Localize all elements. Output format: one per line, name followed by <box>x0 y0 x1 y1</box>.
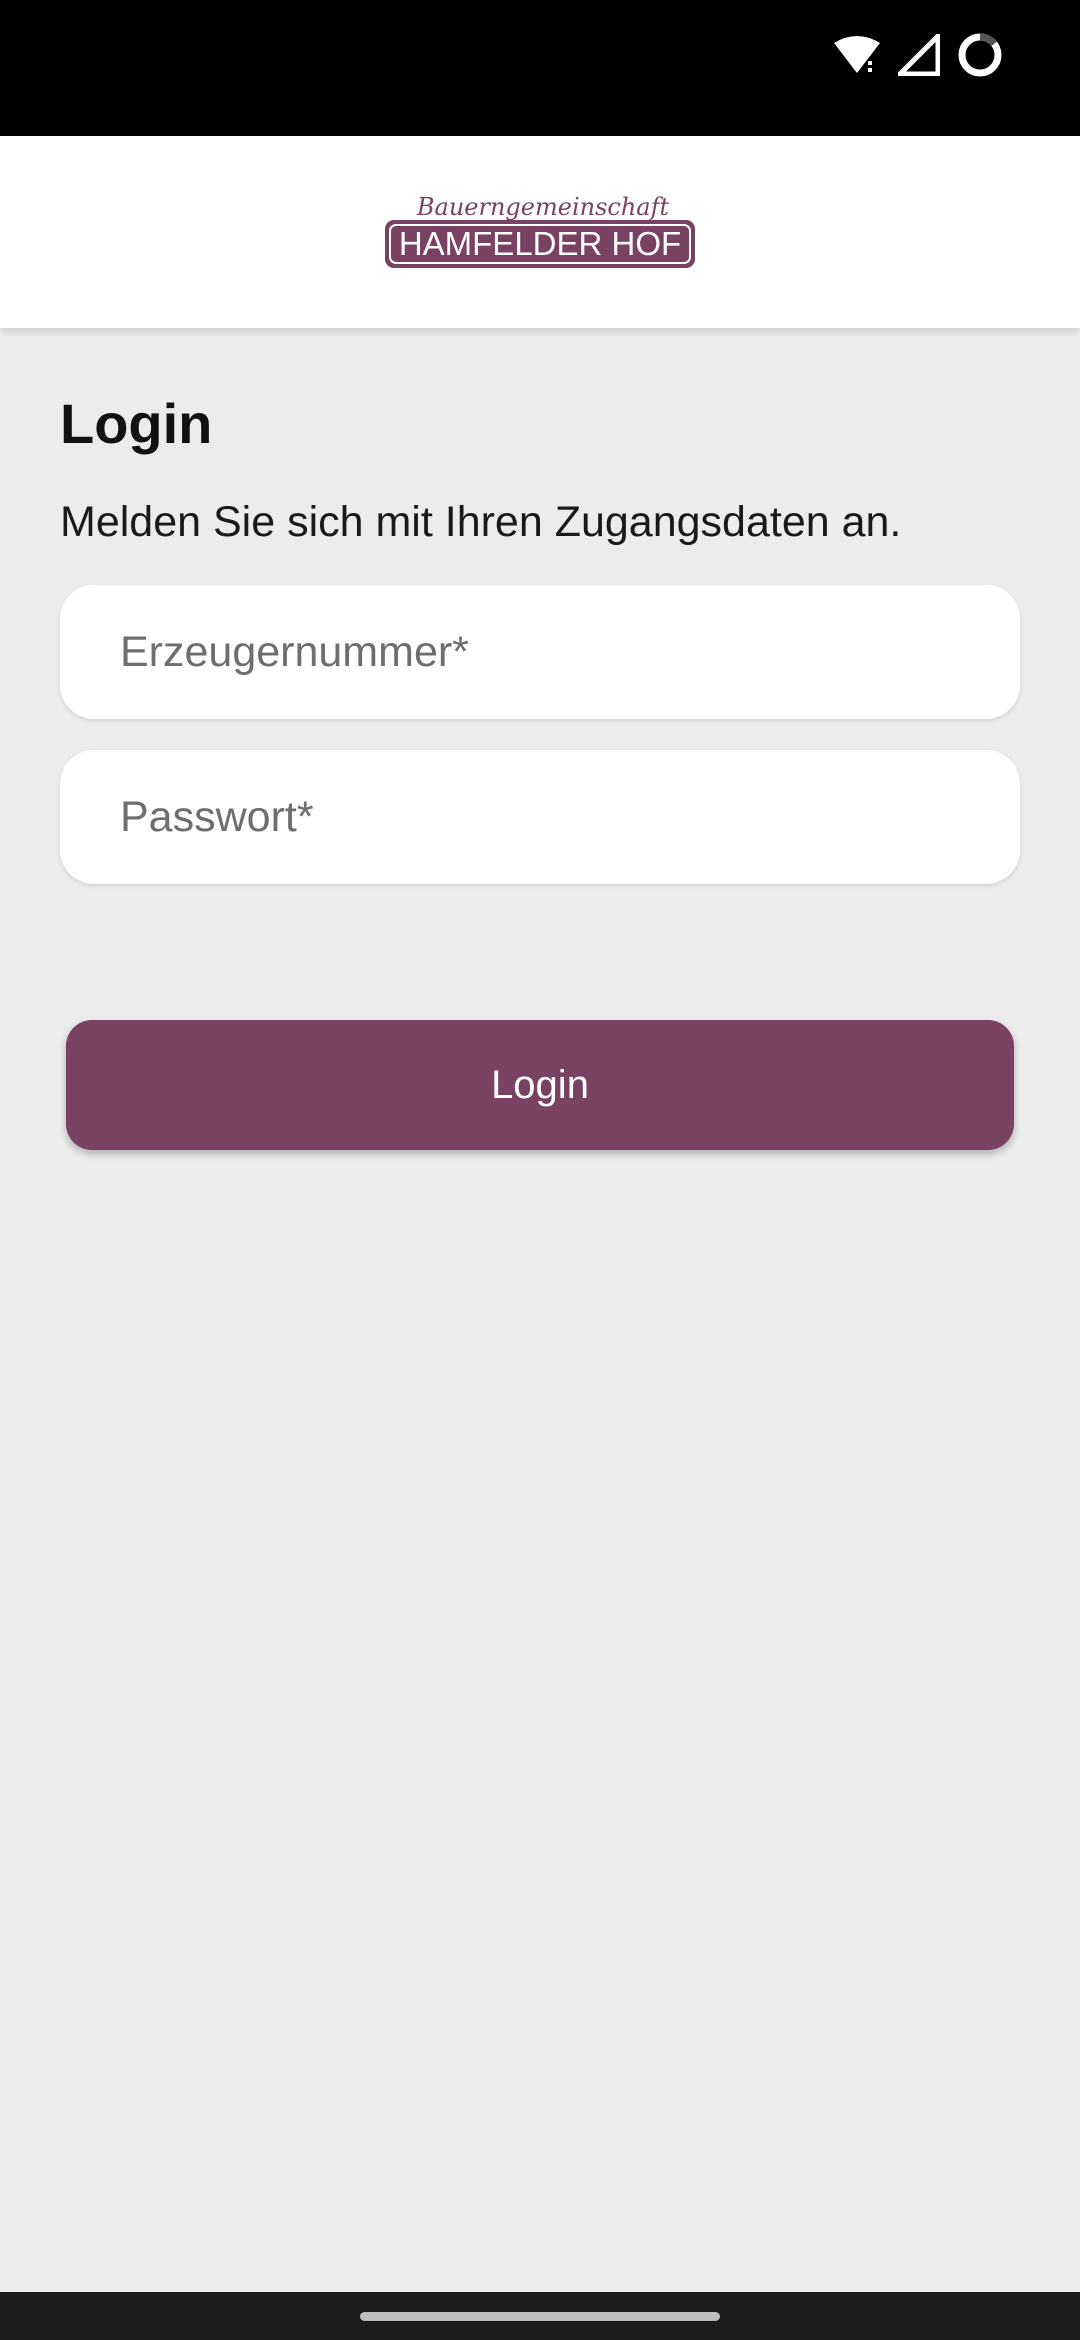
login-instructions: Melden Sie sich mit Ihren Zugangsdaten a… <box>60 498 902 546</box>
status-bar <box>0 0 1080 136</box>
hamfelder-hof-logo: Bauerngemeinschaft HAMFELDER HOF <box>385 193 695 268</box>
page-title: Login <box>60 392 213 455</box>
password-input[interactable] <box>60 750 1020 884</box>
svg-text:Bauerngemeinschaft: Bauerngemeinschaft <box>416 193 670 221</box>
producer-number-field[interactable] <box>60 585 1020 719</box>
producer-number-input[interactable] <box>60 585 1020 719</box>
wifi-icon <box>834 36 880 73</box>
navigation-bar <box>0 2292 1080 2340</box>
password-field[interactable] <box>60 750 1020 884</box>
home-indicator[interactable] <box>360 2312 720 2321</box>
cellular-signal-icon <box>898 34 940 76</box>
status-icons <box>832 28 1004 82</box>
battery-loading-icon <box>958 33 1002 77</box>
app-header: Bauerngemeinschaft HAMFELDER HOF <box>0 136 1080 328</box>
login-button[interactable]: Login <box>66 1020 1014 1150</box>
svg-text:HAMFELDER HOF: HAMFELDER HOF <box>399 225 681 262</box>
